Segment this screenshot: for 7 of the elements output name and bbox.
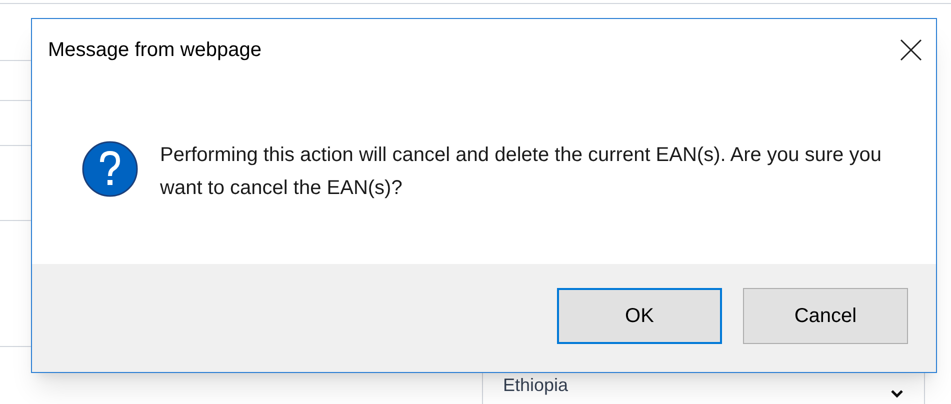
dialog-title: Message from webpage — [48, 38, 262, 63]
question-icon — [82, 141, 138, 197]
select-value: Ethiopia — [503, 374, 568, 397]
message-text: Performing this action will cancel and delete the current EAN(s). Are you sure you want to cancel the EAN(s)? — [160, 143, 882, 201]
chevron-down-icon — [890, 389, 904, 399]
dialog-button[interactable]: Cancel — [743, 288, 908, 344]
dialog-button[interactable]: OK — [557, 288, 722, 344]
